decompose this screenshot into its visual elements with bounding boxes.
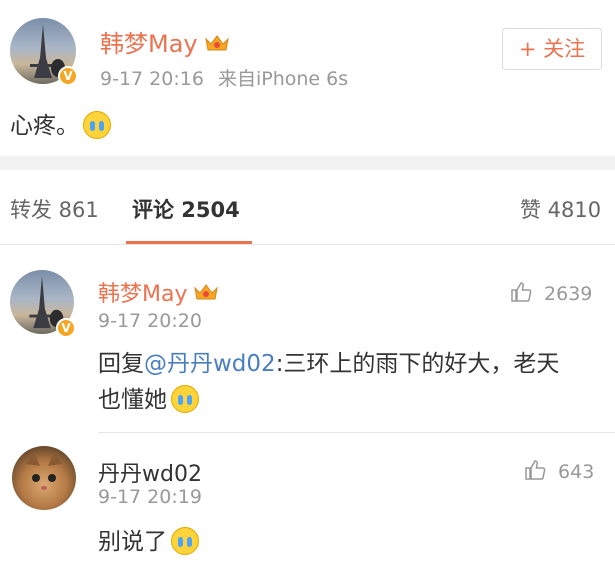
like-button[interactable]: 2639 — [510, 280, 592, 305]
comment-author-name[interactable]: 丹丹wd02 — [98, 456, 202, 488]
thumbs-up-icon — [511, 282, 532, 302]
like-button[interactable]: 643 — [524, 458, 594, 483]
post-time: 9-17 20:16 — [100, 68, 204, 90]
verified-badge-icon: V — [58, 66, 78, 86]
like-count: 643 — [558, 461, 595, 483]
post-source: 来自iPhone 6s — [217, 68, 349, 90]
crown-icon — [204, 35, 229, 51]
verified-badge-icon: V — [56, 318, 76, 338]
comment-text: 回复@丹丹wd02:三环上的雨下的好大，老天 也懂她 — [98, 346, 608, 418]
comment-avatar[interactable] — [12, 446, 76, 510]
comment-text-line2: 也懂她 — [98, 387, 167, 413]
post-author-name[interactable]: 韩梦May — [100, 24, 230, 59]
comment-text-content: 别说了 — [98, 529, 167, 555]
mention-link[interactable]: @丹丹wd02 — [144, 351, 276, 377]
comment-divider — [98, 432, 615, 433]
crying-emoji-icon — [83, 111, 111, 139]
post-text: 心疼。 — [10, 108, 111, 144]
comment-author-name[interactable]: 韩梦May — [98, 276, 219, 308]
section-separator — [0, 156, 615, 170]
comment-author-name-text[interactable]: 韩梦May — [98, 282, 187, 307]
post-text-content: 心疼。 — [10, 113, 79, 139]
reply-prefix: 回复 — [98, 351, 144, 377]
crown-icon — [194, 284, 219, 300]
comment-text-line1: :三环上的雨下的好大，老天 — [275, 351, 560, 377]
thumbs-up-icon — [525, 460, 546, 480]
comment-time: 9-17 20:19 — [98, 486, 202, 508]
tab-repost[interactable]: 转发 861 — [10, 194, 99, 224]
comment-text: 别说了 — [98, 524, 199, 560]
like-count: 2639 — [544, 283, 593, 305]
tab-comments[interactable]: 评论 2504 — [132, 194, 240, 224]
cat-image — [26, 452, 62, 490]
tabs-divider — [0, 244, 615, 245]
comment-time: 9-17 20:20 — [98, 310, 202, 332]
post-meta: 9-17 20:16 来自iPhone 6s — [100, 64, 348, 91]
crying-emoji-icon — [171, 527, 199, 555]
post-author-name-text[interactable]: 韩梦May — [100, 30, 198, 58]
crying-emoji-icon — [171, 385, 199, 413]
follow-button[interactable]: + 关注 — [502, 28, 602, 70]
tab-likes[interactable]: 赞 4810 — [520, 194, 601, 224]
